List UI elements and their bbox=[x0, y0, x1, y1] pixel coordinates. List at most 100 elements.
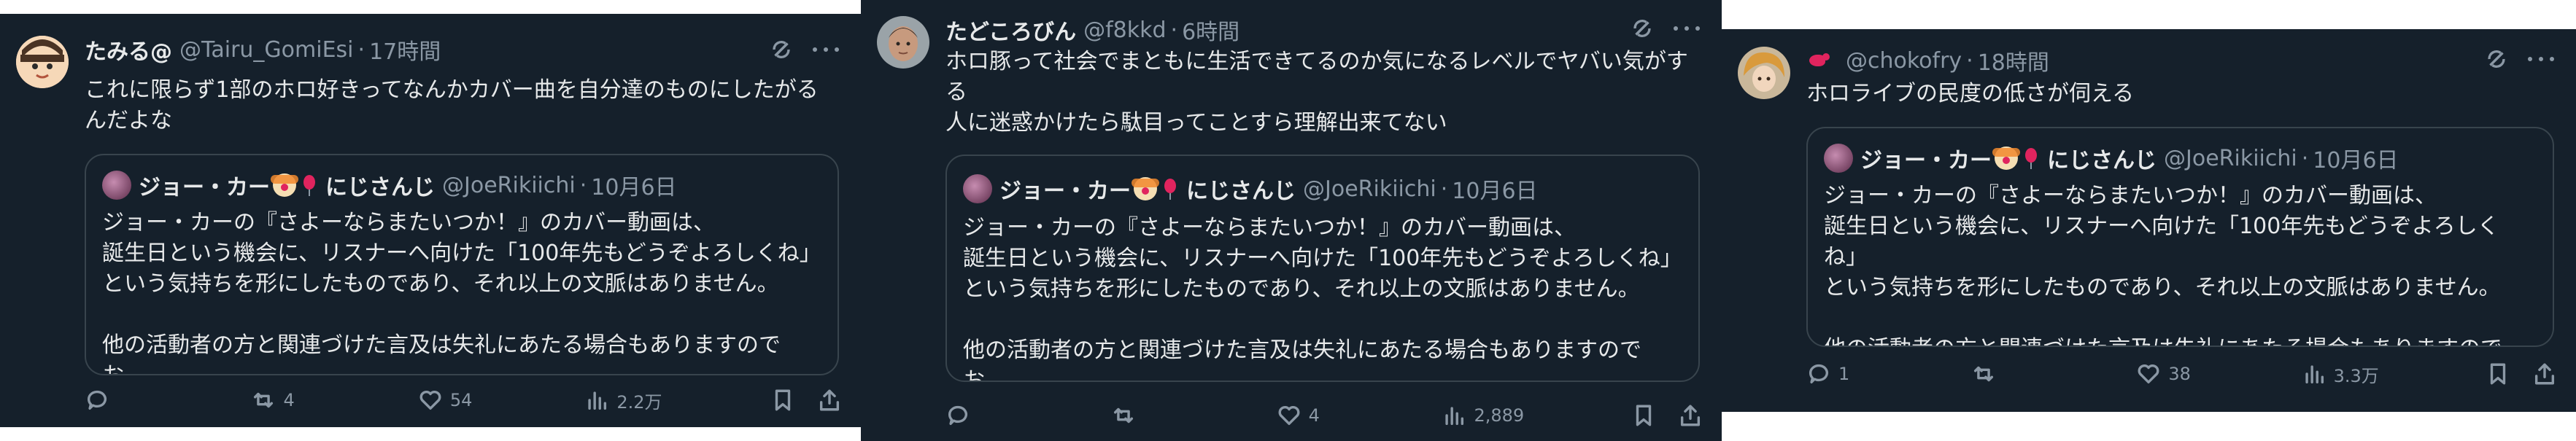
bookmark-icon[interactable] bbox=[770, 388, 795, 413]
user-handle[interactable]: @chokofry bbox=[1846, 48, 1962, 74]
share-icon[interactable] bbox=[2532, 362, 2557, 386]
tweet-text: ホロ豚って社会でまともに生活できてるのか気になるレベルでヤバい気がす る 人に迷… bbox=[945, 49, 1688, 136]
repost-button[interactable] bbox=[1971, 362, 2030, 386]
quote-text: ジョー・カーの『さよーならまたいつか！』のカバー動画は、 誕生日という機会に、リ… bbox=[963, 215, 1682, 382]
more-icon[interactable] bbox=[2528, 47, 2554, 71]
more-icon[interactable] bbox=[1674, 16, 1700, 41]
share-icon[interactable] bbox=[1678, 403, 1703, 428]
views-icon bbox=[1445, 407, 1464, 426]
more-icon[interactable] bbox=[813, 37, 839, 62]
avatar[interactable] bbox=[1824, 144, 1853, 173]
timestamp[interactable]: 10月6日 bbox=[2313, 142, 2398, 174]
reply-button[interactable] bbox=[85, 388, 143, 413]
reply-icon bbox=[1809, 364, 1829, 384]
org-name: にじさんじ bbox=[2047, 148, 2157, 173]
timestamp[interactable]: 17時間 bbox=[369, 34, 441, 66]
separator: · bbox=[1966, 47, 1973, 74]
like-button[interactable]: 38 bbox=[2136, 362, 2194, 386]
avatar[interactable] bbox=[963, 174, 992, 203]
display-name[interactable]: ジョー・カー bbox=[999, 173, 1131, 205]
action-bar: 1 38 3.3万 bbox=[1806, 356, 2557, 392]
avatar[interactable] bbox=[16, 36, 69, 88]
balloon-icon bbox=[302, 175, 317, 196]
user-handle[interactable]: @JoeRikiichi bbox=[1303, 176, 1436, 202]
like-count: 38 bbox=[2168, 364, 2191, 384]
like-count: 54 bbox=[449, 390, 473, 410]
avatar[interactable] bbox=[1738, 47, 1790, 99]
views-count: 2,889 bbox=[1474, 405, 1525, 426]
secondary-actions bbox=[1631, 403, 1703, 428]
separator: · bbox=[2301, 145, 2309, 171]
grok-icon[interactable] bbox=[1630, 16, 1655, 41]
reply-button[interactable] bbox=[945, 403, 1004, 428]
clown-icon bbox=[1992, 147, 2020, 170]
timestamp[interactable]: 10月6日 bbox=[1452, 173, 1537, 205]
views-button[interactable]: 2,889 bbox=[1442, 403, 1524, 428]
bookmark-icon[interactable] bbox=[2486, 362, 2510, 386]
secondary-actions bbox=[770, 388, 842, 413]
avatar-photo-icon bbox=[877, 16, 929, 69]
org-name: にじさんじ bbox=[325, 175, 435, 200]
quote-header: ジョー・カー にじさんじ @JoeRikiichi · 10月6日 bbox=[1824, 141, 2399, 175]
reply-button[interactable]: 1 bbox=[1806, 362, 1865, 386]
display-name[interactable]: ジョー・カー bbox=[139, 169, 270, 201]
bookmark-icon[interactable] bbox=[1631, 403, 1656, 428]
timestamp[interactable]: 10月6日 bbox=[591, 169, 676, 201]
tweet-header: たみる@ @Tairu_GomiEsi · 17時間 bbox=[85, 34, 751, 66]
quote-header: ジョー・カー にじさんじ @JoeRikiichi · 10月6日 bbox=[963, 172, 1538, 206]
header-actions bbox=[1630, 16, 1700, 41]
quoted-post[interactable]: ジョー・カー にじさんじ @JoeRikiichi · 10月6日 ジョー・カー… bbox=[1806, 127, 2554, 347]
separator: · bbox=[579, 172, 587, 198]
repost-button[interactable] bbox=[1111, 403, 1169, 428]
grok-icon[interactable] bbox=[769, 37, 794, 62]
avatar[interactable] bbox=[102, 171, 131, 200]
balloon-icon bbox=[2024, 148, 2038, 169]
bird-emoji-icon bbox=[1806, 50, 1831, 71]
repost-count: 4 bbox=[283, 390, 295, 410]
user-handle[interactable]: @JoeRikiichi bbox=[442, 173, 576, 198]
separator: · bbox=[1440, 176, 1448, 202]
like-icon bbox=[419, 390, 441, 410]
views-icon bbox=[588, 391, 607, 410]
quoted-post[interactable]: ジョー・カー にじさんじ @JoeRikiichi · 10月6日 ジョー・カー… bbox=[85, 154, 839, 375]
avatar-cartoon-icon bbox=[16, 36, 69, 88]
balloon-icon bbox=[1163, 179, 1177, 200]
like-icon bbox=[1278, 405, 1300, 426]
reply-icon bbox=[87, 390, 107, 410]
timestamp[interactable]: 6時間 bbox=[1182, 14, 1239, 46]
quote-text: ジョー・カーの『さよーならまたいつか！』のカバー動画は、 誕生日という機会に、リ… bbox=[1824, 183, 2502, 346]
repost-button[interactable]: 4 bbox=[251, 388, 309, 413]
views-button[interactable]: 2.2万 bbox=[584, 388, 662, 413]
avatar-anime-icon bbox=[1738, 47, 1790, 99]
tweet-text: これに限らず1部のホロ好きってなんかカバー曲を自分達のものにしたがる んだよな bbox=[85, 77, 819, 133]
action-bar: 4 54 2.2万 bbox=[85, 382, 842, 418]
like-count: 4 bbox=[1308, 405, 1320, 426]
avatar[interactable] bbox=[877, 16, 929, 69]
reply-icon bbox=[948, 405, 968, 426]
clown-icon bbox=[271, 173, 298, 197]
views-count: 3.3万 bbox=[2333, 365, 2379, 386]
share-icon[interactable] bbox=[817, 388, 842, 413]
separator: · bbox=[1170, 17, 1178, 43]
grok-icon[interactable] bbox=[2484, 47, 2509, 71]
display-name[interactable]: たみる@ bbox=[85, 34, 172, 66]
tweet-text: ホロライブの民度の低さが伺える bbox=[1806, 81, 2135, 106]
user-handle[interactable]: @f8kkd bbox=[1083, 17, 1166, 43]
like-button[interactable]: 4 bbox=[1277, 403, 1335, 428]
quoted-post[interactable]: ジョー・カー にじさんじ @JoeRikiichi · 10月6日 ジョー・カー… bbox=[945, 155, 1700, 382]
repost-icon bbox=[1974, 366, 1994, 382]
tweet-header: たどころびん @f8kkd · 6時間 bbox=[945, 14, 1612, 46]
tweet-card-1[interactable]: たみる@ @Tairu_GomiEsi · 17時間 これに限らず1部のホロ好き… bbox=[0, 14, 861, 427]
quote-text: ジョー・カーの『さよーならまたいつか！』のカバー動画は、 誕生日という機会に、リ… bbox=[102, 210, 821, 374]
views-count: 2.2万 bbox=[616, 391, 662, 413]
display-name[interactable]: たどころびん bbox=[945, 14, 1076, 46]
display-name[interactable]: ジョー・カー bbox=[1860, 142, 1992, 174]
timestamp[interactable]: 18時間 bbox=[1978, 44, 2049, 77]
tweet-card-3[interactable]: @chokofry · 18時間 ホロライブの民度の低さが伺える ジョー・カー … bbox=[1722, 29, 2576, 412]
like-button[interactable]: 54 bbox=[418, 388, 476, 413]
user-handle[interactable]: @Tairu_GomiEsi bbox=[179, 37, 354, 63]
views-icon bbox=[2305, 365, 2324, 384]
views-button[interactable]: 3.3万 bbox=[2302, 362, 2379, 387]
user-handle[interactable]: @JoeRikiichi bbox=[2164, 146, 2297, 171]
tweet-card-2[interactable]: たどころびん @f8kkd · 6時間 ホロ豚って社会でまともに生活できてるのか… bbox=[861, 0, 1722, 441]
